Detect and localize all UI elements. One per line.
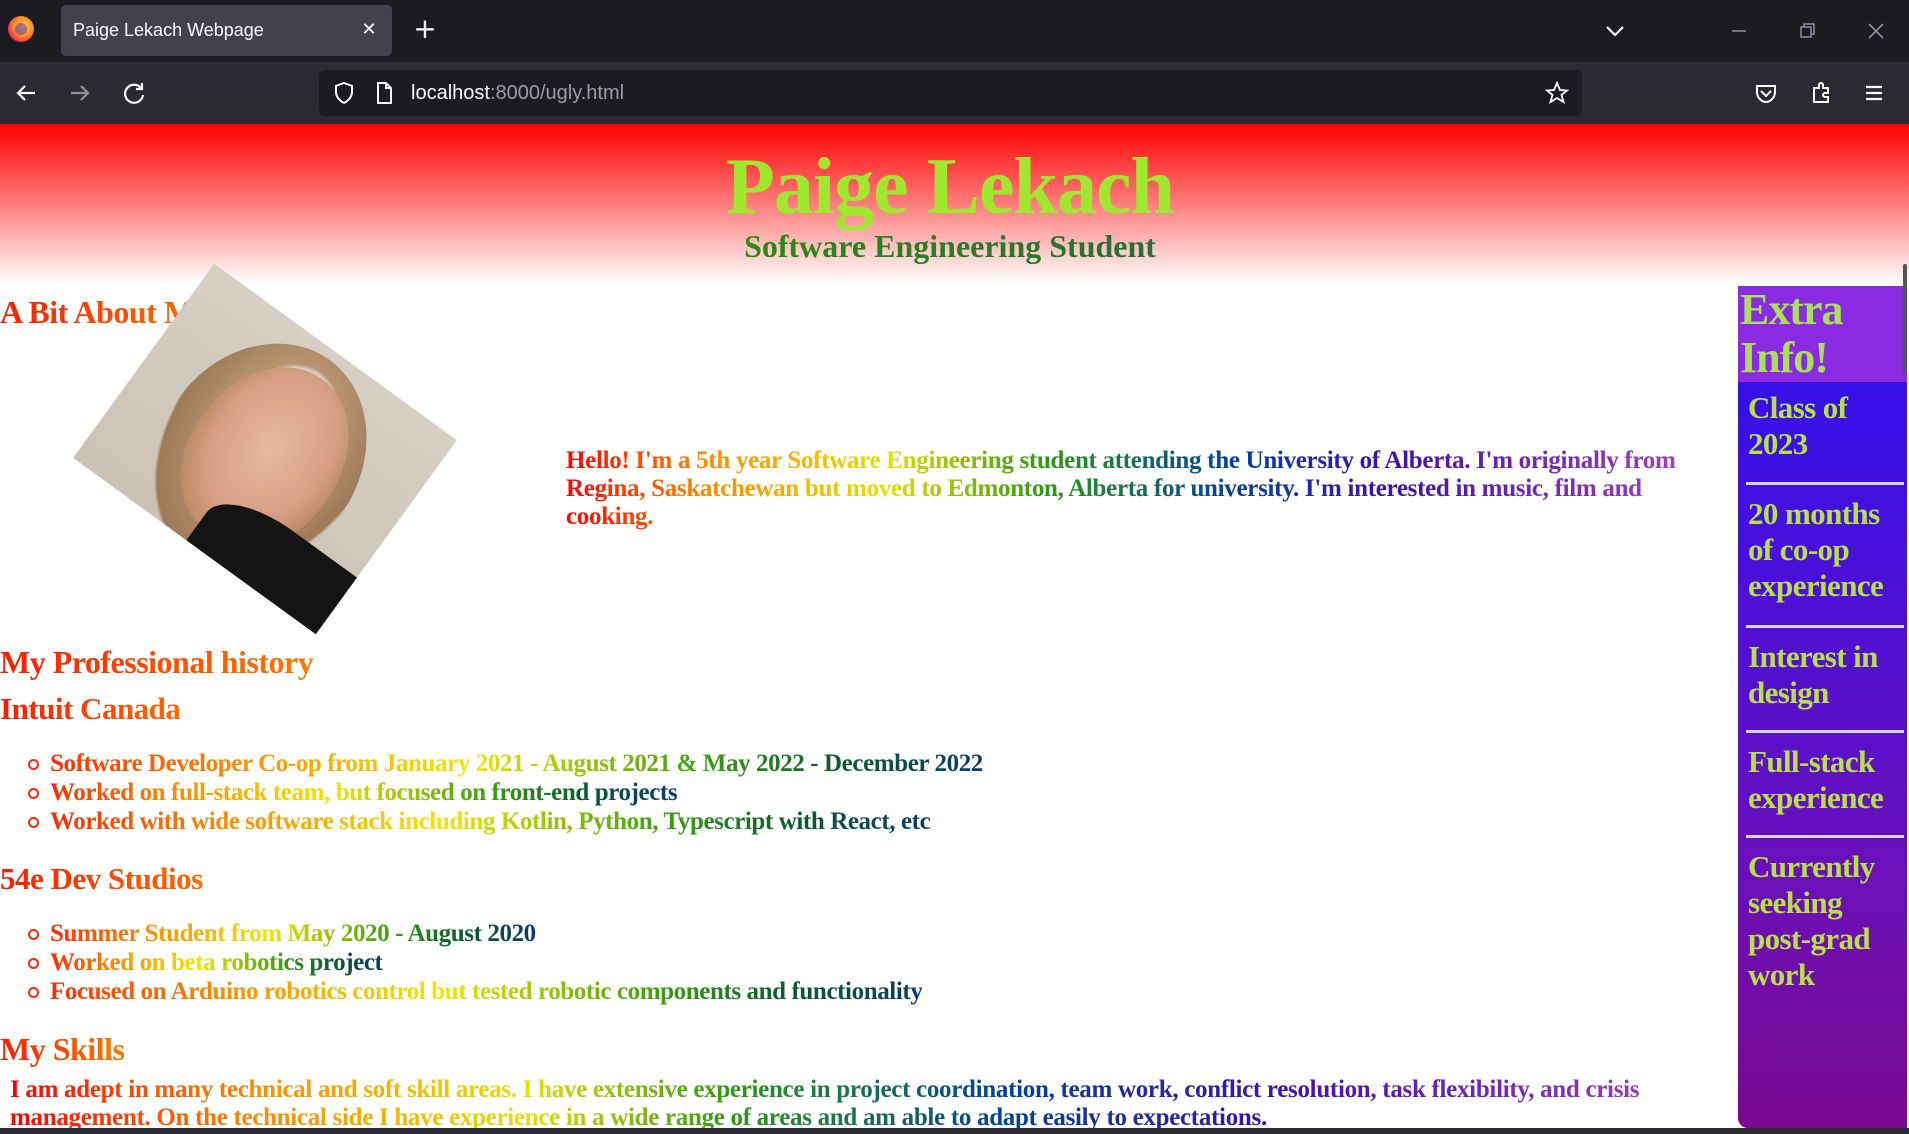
sidebar-header: Extra Info! (1738, 286, 1907, 382)
sidebar-item-fullstack: Full-stack experience (1748, 744, 1884, 815)
list-item: Summer Student from May 2020 - August 20… (26, 919, 922, 948)
list-item: Worked on beta robotics project (26, 948, 922, 977)
page-icon[interactable] (371, 80, 397, 106)
skills-paragraph: I am adept in many technical and soft sk… (10, 1076, 1730, 1132)
browser-tab-bar: Paige Lekach Webpage ✕ + (0, 0, 1909, 62)
bullet-circle-icon (28, 958, 39, 969)
company-name-54e: 54e Dev Studios (0, 861, 203, 896)
new-tab-button[interactable]: + (410, 14, 440, 44)
url-bar[interactable]: localhost:8000/ugly.html (319, 70, 1582, 116)
browser-tab[interactable]: Paige Lekach Webpage ✕ (61, 5, 392, 56)
list-all-tabs-icon[interactable] (1598, 14, 1632, 48)
tab-title: Paige Lekach Webpage (73, 20, 264, 40)
intuit-bullet-list: Software Developer Co-op from January 20… (26, 749, 983, 836)
bullet-circle-icon (28, 929, 39, 940)
bullet-circle-icon (28, 788, 39, 799)
browser-nav-bar: localhost:8000/ugly.html (0, 62, 1909, 124)
list-item: Focused on Arduino robotics control but … (26, 977, 923, 1006)
window-bottom-edge (0, 1128, 1909, 1134)
sidebar-divider (1746, 835, 1904, 838)
minimize-icon[interactable] (1722, 14, 1756, 48)
history-heading: My Professional history (0, 644, 314, 680)
list-item: Worked on full-stack team, but focused o… (26, 778, 983, 807)
pocket-icon[interactable] (1749, 76, 1783, 110)
firefox-logo-icon (8, 16, 34, 42)
list-item: Worked with wide software stack includin… (26, 807, 983, 836)
puzzle-icon[interactable] (1804, 76, 1838, 110)
sidebar-item-seeking: Currently seeking post-grad work (1748, 849, 1875, 992)
web-page: Paige Lekach Software Engineering Studen… (0, 124, 1909, 1134)
star-icon[interactable] (1544, 80, 1570, 106)
list-item: Software Developer Co-op from January 20… (26, 749, 983, 778)
skills-heading: My Skills (0, 1031, 125, 1067)
page-header: Paige Lekach Software Engineering Studen… (0, 124, 1909, 284)
sidebar-item-class: Class of 2023 (1748, 390, 1848, 461)
sidebar-item-coop: 20 months of co-op experience (1748, 496, 1884, 603)
sidebar-divider (1746, 730, 1904, 733)
restore-icon[interactable] (1790, 14, 1824, 48)
studio-bullet-list: Summer Student from May 2020 - August 20… (26, 919, 923, 1006)
sidebar-divider (1746, 625, 1904, 628)
hamburger-menu-icon[interactable] (1857, 76, 1891, 110)
bullet-circle-icon (28, 987, 39, 998)
page-subtitle: Software Engineering Student (0, 228, 1900, 265)
url-text[interactable]: localhost:8000/ugly.html (411, 82, 624, 105)
page-title: Paige Lekach (726, 143, 1175, 231)
bullet-circle-icon (28, 759, 39, 770)
back-arrow-icon[interactable] (9, 76, 43, 110)
sidebar-title: Extra Info! (1740, 285, 1844, 382)
forward-arrow-icon[interactable] (63, 76, 97, 110)
about-paragraph: Hello! I'm a 5th year Software Engineeri… (566, 447, 1711, 531)
close-window-icon[interactable] (1859, 14, 1893, 48)
extra-info-sidebar: Extra Info! Class of 2023 20 months of c… (1738, 286, 1907, 1128)
reload-icon[interactable] (117, 76, 151, 110)
tab-close-icon[interactable]: ✕ (356, 17, 382, 43)
company-name-intuit: Intuit Canada (0, 691, 181, 726)
page-scrollbar[interactable] (1903, 264, 1907, 374)
sidebar-divider (1746, 482, 1904, 485)
shield-icon[interactable] (331, 80, 357, 106)
bullet-circle-icon (28, 817, 39, 828)
sidebar-item-design: Interest in design (1748, 639, 1878, 710)
